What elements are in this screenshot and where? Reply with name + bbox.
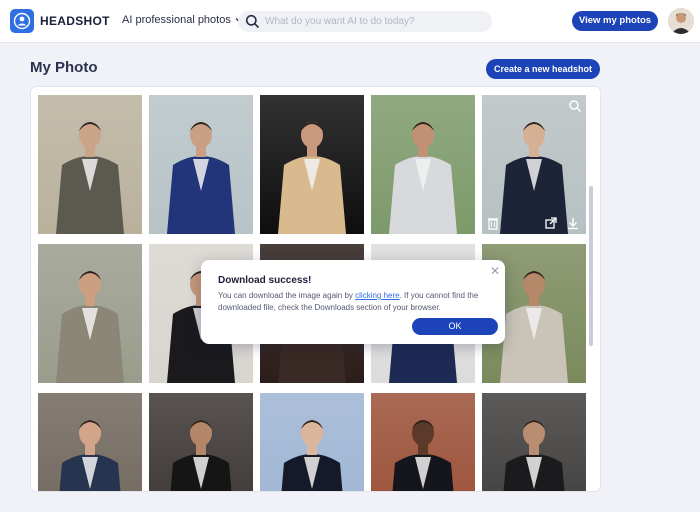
photo-tile[interactable]: [38, 95, 142, 234]
headshot-photo: [38, 95, 142, 234]
zoom-icon[interactable]: [568, 99, 582, 113]
scrollbar[interactable]: [589, 186, 593, 346]
dialog-title: Download success!: [218, 275, 312, 286]
photo-tile[interactable]: [482, 393, 586, 491]
dialog-message: You can download the image again by clic…: [218, 290, 498, 314]
photo-tile[interactable]: [260, 95, 364, 234]
search-bar: [238, 11, 492, 32]
photo-tile[interactable]: [260, 393, 364, 491]
search-input[interactable]: [265, 13, 485, 30]
headshot-photo: [260, 95, 364, 234]
photo-tile[interactable]: [371, 95, 475, 234]
photo-tile[interactable]: [38, 244, 142, 383]
create-headshot-button[interactable]: Create a new headshot: [486, 59, 600, 79]
top-header: HEADSHOT AI professional photos View my …: [0, 0, 700, 43]
headshot-photo: [38, 244, 142, 383]
ai-photos-dropdown-label: AI professional photos: [122, 14, 231, 26]
logo-icon[interactable]: [10, 9, 34, 33]
photo-tile[interactable]: [371, 393, 475, 491]
ai-photos-dropdown[interactable]: AI professional photos: [122, 14, 243, 26]
share-icon[interactable]: [544, 216, 558, 230]
headshot-photo: [482, 393, 586, 491]
page-title: My Photo: [30, 59, 98, 76]
user-avatar[interactable]: [668, 8, 694, 34]
delete-icon[interactable]: [486, 216, 500, 230]
headshot-photo: [149, 393, 253, 491]
photo-tile[interactable]: [149, 95, 253, 234]
headshot-photo: [371, 393, 475, 491]
dialog-text-before: You can download the image again by: [218, 291, 356, 300]
headshot-photo: [260, 393, 364, 491]
view-my-photos-button[interactable]: View my photos: [572, 11, 658, 31]
photo-tile[interactable]: [149, 393, 253, 491]
search-icon: [245, 14, 260, 29]
ok-button[interactable]: OK: [412, 318, 498, 335]
clicking-here-link[interactable]: clicking here: [355, 291, 399, 300]
headshot-photo: [371, 95, 475, 234]
headshot-photo: [482, 95, 586, 234]
close-icon[interactable]: ✕: [490, 265, 500, 277]
photo-tile[interactable]: [38, 393, 142, 491]
photo-tile[interactable]: [482, 95, 586, 234]
download-icon[interactable]: [566, 216, 580, 230]
logo-text[interactable]: HEADSHOT: [40, 14, 110, 28]
headshot-photo: [38, 393, 142, 491]
headshot-photo: [149, 95, 253, 234]
download-success-dialog: ✕ Download success! You can download the…: [201, 260, 505, 344]
